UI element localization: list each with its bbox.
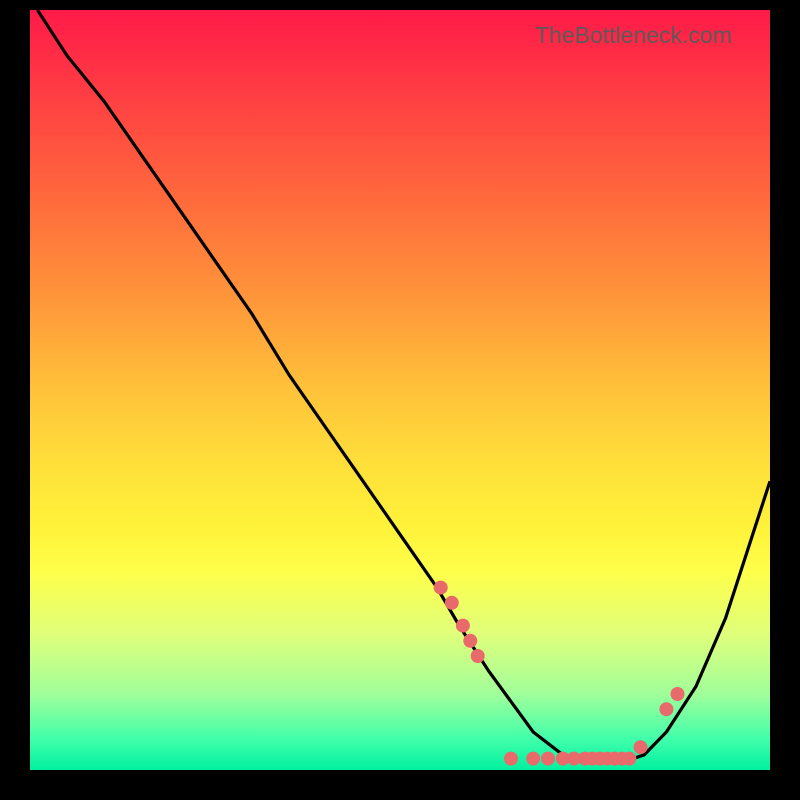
plot-area: TheBottleneck.com xyxy=(30,10,770,770)
data-marker xyxy=(526,752,540,766)
data-marker xyxy=(504,752,518,766)
watermark-text: TheBottleneck.com xyxy=(535,22,732,49)
bottleneck-curve xyxy=(37,10,770,762)
data-marker xyxy=(456,619,470,633)
data-markers xyxy=(434,581,685,766)
data-marker xyxy=(463,634,477,648)
data-marker xyxy=(445,596,459,610)
data-marker xyxy=(659,702,673,716)
data-marker xyxy=(671,687,685,701)
data-marker xyxy=(622,752,636,766)
data-marker xyxy=(634,740,648,754)
data-marker xyxy=(434,581,448,595)
chart-svg xyxy=(30,10,770,770)
data-marker xyxy=(471,649,485,663)
data-marker xyxy=(541,752,555,766)
chart-container: TheBottleneck.com xyxy=(0,0,800,800)
